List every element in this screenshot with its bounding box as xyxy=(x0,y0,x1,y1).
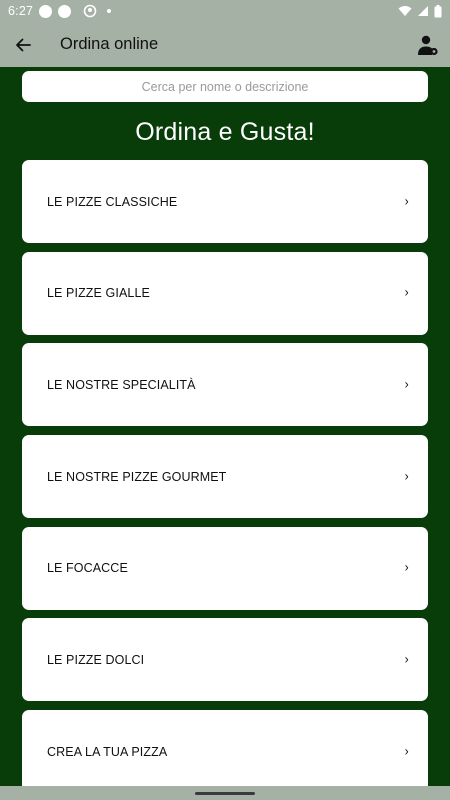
chevron-right-icon: › xyxy=(404,560,410,577)
notification-circle-icon xyxy=(39,4,53,18)
category-card-pizze-gialle[interactable]: LE PIZZE GIALLE › xyxy=(22,251,428,335)
category-card-pizze-classiche[interactable]: LE PIZZE CLASSICHE › xyxy=(22,160,428,243)
screen: 6:27 Ordina online Cerca per nome o desc… xyxy=(0,0,450,800)
category-card-focacce[interactable]: LE FOCACCE › xyxy=(22,526,428,610)
category-card-pizze-dolci[interactable]: LE PIZZE DOLCI › xyxy=(22,618,428,702)
wifi-icon xyxy=(398,6,412,16)
category-card-crea-la-tua-pizza[interactable]: CREA LA TUA PIZZA › xyxy=(22,710,428,794)
category-card-specialita[interactable]: LE NOSTRE SPECIALITÀ › xyxy=(22,343,428,427)
back-button[interactable] xyxy=(0,22,46,67)
chevron-right-icon: › xyxy=(404,743,410,760)
chevron-right-icon: › xyxy=(404,376,410,393)
category-label: LE PIZZE DOLCI xyxy=(47,652,145,667)
page-title: Ordina online xyxy=(60,35,159,53)
chevron-right-icon: › xyxy=(404,651,410,668)
category-label: LE NOSTRE PIZZE GOURMET xyxy=(47,469,227,484)
category-label: LE FOCACCE xyxy=(47,561,128,576)
app-bar: Ordina online xyxy=(0,22,450,67)
chevron-right-icon: › xyxy=(404,468,410,485)
home-gesture-handle[interactable] xyxy=(195,792,255,795)
search-input[interactable] xyxy=(22,71,428,102)
page-heading: Ordina e Gusta! xyxy=(135,118,315,146)
status-bar: 6:27 xyxy=(0,0,450,22)
status-time: 6:27 xyxy=(8,4,34,18)
chevron-right-icon: › xyxy=(404,285,410,302)
signal-icon xyxy=(418,6,428,16)
arrow-left-icon xyxy=(16,38,31,51)
system-nav-bar xyxy=(0,786,450,800)
battery-icon xyxy=(434,4,442,17)
notification-app-icon xyxy=(83,4,97,18)
category-label: LE NOSTRE SPECIALITÀ xyxy=(47,377,196,392)
notification-circle-icon xyxy=(58,4,72,18)
category-card-pizze-gourmet[interactable]: LE NOSTRE PIZZE GOURMET › xyxy=(22,435,428,519)
category-list: LE PIZZE CLASSICHE › LE PIZZE GIALLE › L… xyxy=(22,160,428,800)
chevron-right-icon: › xyxy=(404,193,410,210)
category-label: LE PIZZE CLASSICHE xyxy=(47,194,178,209)
category-label: LE PIZZE GIALLE xyxy=(47,286,150,301)
account-button[interactable] xyxy=(406,22,450,67)
more-notifications-icon xyxy=(107,9,112,13)
category-label: CREA LA TUA PIZZA xyxy=(47,744,168,759)
user-settings-icon xyxy=(418,35,438,55)
